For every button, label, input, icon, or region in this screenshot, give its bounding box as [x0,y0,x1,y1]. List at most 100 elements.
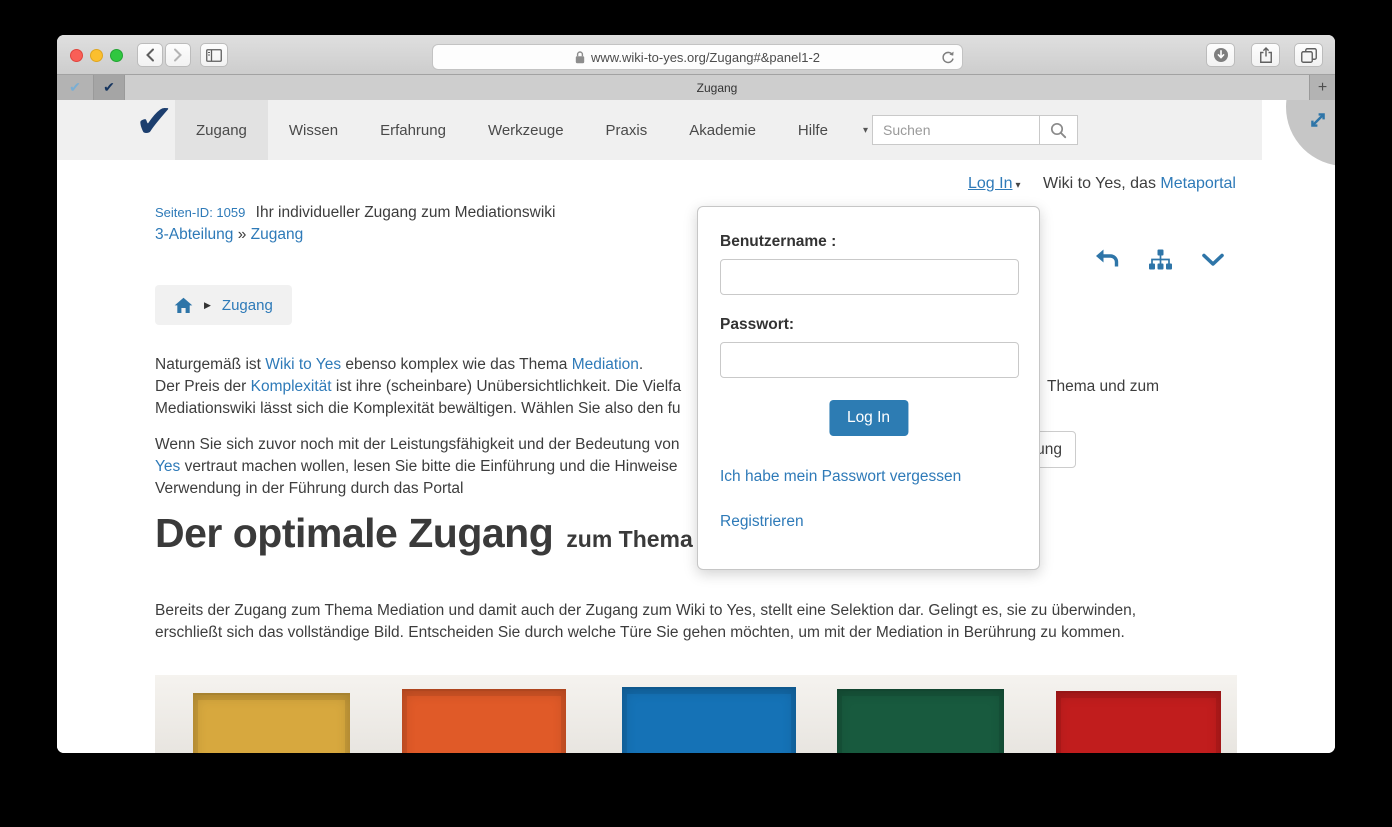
yellow-door [193,693,350,753]
inline-link[interactable]: Wiki to Yes [265,356,341,373]
breadcrumb-current-link[interactable]: Zugang [222,297,273,314]
search-input[interactable] [872,115,1040,145]
downloads-button[interactable] [1206,43,1235,67]
new-tab-button[interactable]: + [1310,75,1335,100]
forgot-password-link[interactable]: Ich habe mein Passwort vergessen [720,468,961,486]
breadcrumb-arrow-icon: ▶ [204,300,211,311]
text-segment: vertraut machen wollen, lesen Sie bitte … [180,458,677,475]
nav-item-akademie[interactable]: Akademie [668,100,777,160]
page-meta-line: Seiten-ID: 1059 Ihr individueller Zugang… [155,204,555,222]
pinned-tab-1[interactable]: ✔ [57,75,94,100]
password-label: Passwort: [720,316,794,334]
nav-item-erfahrung[interactable]: Erfahrung [359,100,467,160]
search-button[interactable] [1040,115,1078,145]
password-field[interactable] [720,342,1019,378]
inline-link[interactable]: Yes [155,458,180,475]
page-viewport: ✔ ZugangWissenErfahrungWerkzeugePraxisAk… [57,100,1335,753]
sidebar-button[interactable] [200,43,228,67]
text-line: Mediationswiki lässt sich die Komplexitä… [155,400,1237,422]
breadcrumb-separator: » [238,226,251,243]
text-line: Naturgemäß ist Wiki to Yes ebenso komple… [155,356,1237,378]
inline-link[interactable]: Mediation [572,356,639,373]
expand-arrows-icon [1308,110,1328,130]
download-icon [1213,47,1229,63]
forward-button[interactable] [165,43,191,67]
tabs-icon [1301,48,1317,63]
login-dropdown-panel: Benutzername : Passwort: Log In Ich habe… [697,206,1040,570]
nav-item-praxis[interactable]: Praxis [585,100,669,160]
current-page-link[interactable]: Zugang [251,226,304,243]
inline-link[interactable]: Komplexität [251,378,332,395]
username-field[interactable] [720,259,1019,295]
checkmark-favicon-icon: ✔ [103,79,115,96]
breadcrumb: ▶ Zugang [155,285,292,325]
browser-toolbar: www.wiki-to-yes.org/Zugang#&panel1-2 [57,35,1335,75]
green-door [837,689,1005,753]
page-heading: Der optimale Zugang zum Thema u [155,510,713,557]
page-id-badge: Seiten-ID: 1059 [155,205,245,220]
close-window-button[interactable] [70,49,83,62]
text-segment: ebenso komplex wie das Thema [341,356,572,373]
nav-item-zugang[interactable]: Zugang [175,100,268,160]
undo-arrow-button[interactable] [1093,248,1119,272]
lock-icon [575,51,585,64]
blue-door [622,687,795,753]
share-icon [1259,47,1273,64]
section-breadcrumb: 3-Abteilung » Zugang [155,226,303,244]
active-tab[interactable]: Zugang [125,75,1310,100]
text-fragment-right-of-panel: Thema und zum [1047,378,1159,396]
plus-icon: + [1318,79,1327,97]
nav-item-wissen[interactable]: Wissen [268,100,359,160]
share-button[interactable] [1251,43,1280,67]
chevron-down-button[interactable] [1202,253,1224,267]
metaportal-link[interactable]: Metaportal [1160,175,1236,192]
selection-paragraph: Bereits der Zugang zum Thema Mediation u… [155,602,1237,646]
text-segment: Mediationswiki lässt sich die Komplexitä… [155,400,681,417]
text-line: Bereits der Zugang zum Thema Mediation u… [155,602,1237,624]
text-segment: Der Preis der [155,378,251,395]
text-segment: Naturgemäß ist [155,356,265,373]
heading-sub: zum Thema u [566,526,713,552]
refresh-button[interactable] [941,50,955,68]
site-logo-checkmark-icon[interactable]: ✔ [135,100,174,148]
checkmark-favicon-icon: ✔ [69,79,81,96]
browser-window: www.wiki-to-yes.org/Zugang#&panel1-2 [57,35,1335,753]
heading-main: Der optimale Zugang [155,510,553,556]
chevron-left-icon [145,48,155,62]
intro-paragraph: Naturgemäß ist Wiki to Yes ebenso komple… [155,356,1237,422]
zoom-window-button[interactable] [110,49,123,62]
sidebar-icon [206,49,222,62]
page-action-icons [1093,248,1224,272]
address-bar[interactable]: www.wiki-to-yes.org/Zugang#&panel1-2 [432,44,963,70]
tab-title: Zugang [697,81,738,95]
page-subtitle: Ihr individueller Zugang zum Mediationsw… [256,204,556,221]
section-link[interactable]: 3-Abteilung [155,226,233,243]
url-text: www.wiki-to-yes.org/Zugang#&panel1-2 [591,50,820,65]
magnifier-icon [1050,122,1067,139]
button-label-fragment: ung [1036,441,1062,459]
back-button[interactable] [137,43,163,67]
text-segment: Bereits der Zugang zum Thema Mediation u… [155,602,1136,619]
pinned-tab-2[interactable]: ✔ [94,75,125,100]
chevron-right-icon [173,48,183,62]
nav-item-werkzeuge[interactable]: Werkzeuge [467,100,585,160]
main-menu: ZugangWissenErfahrungWerkzeugePraxisAkad… [175,100,882,160]
site-tagline: Wiki to Yes, das Metaportal [1043,175,1236,193]
fullscreen-toggle-button[interactable] [1308,110,1328,135]
tab-bar: ✔ ✔ Zugang + [57,75,1335,100]
text-segment: . [639,356,643,373]
site-search [872,115,1078,145]
sitemap-button[interactable] [1148,249,1173,271]
show-tabs-button[interactable] [1294,43,1323,67]
tagline-text: Wiki to Yes, das [1043,175,1160,192]
minimize-window-button[interactable] [90,49,103,62]
login-dropdown-link[interactable]: Log In▾ [968,175,1021,193]
text-line: Verwendung in der Führung durch das Port… [155,480,1237,502]
home-icon[interactable] [174,297,193,314]
nav-item-hilfe[interactable]: Hilfe [777,100,849,160]
red-door [1056,691,1220,753]
login-submit-button[interactable]: Log In [829,400,908,436]
text-segment: ist ihre (scheinbare) Unübersichtlichkei… [332,378,681,395]
text-segment: erschließt sich das vollständige Bild. E… [155,624,1125,641]
register-link[interactable]: Registrieren [720,513,804,531]
